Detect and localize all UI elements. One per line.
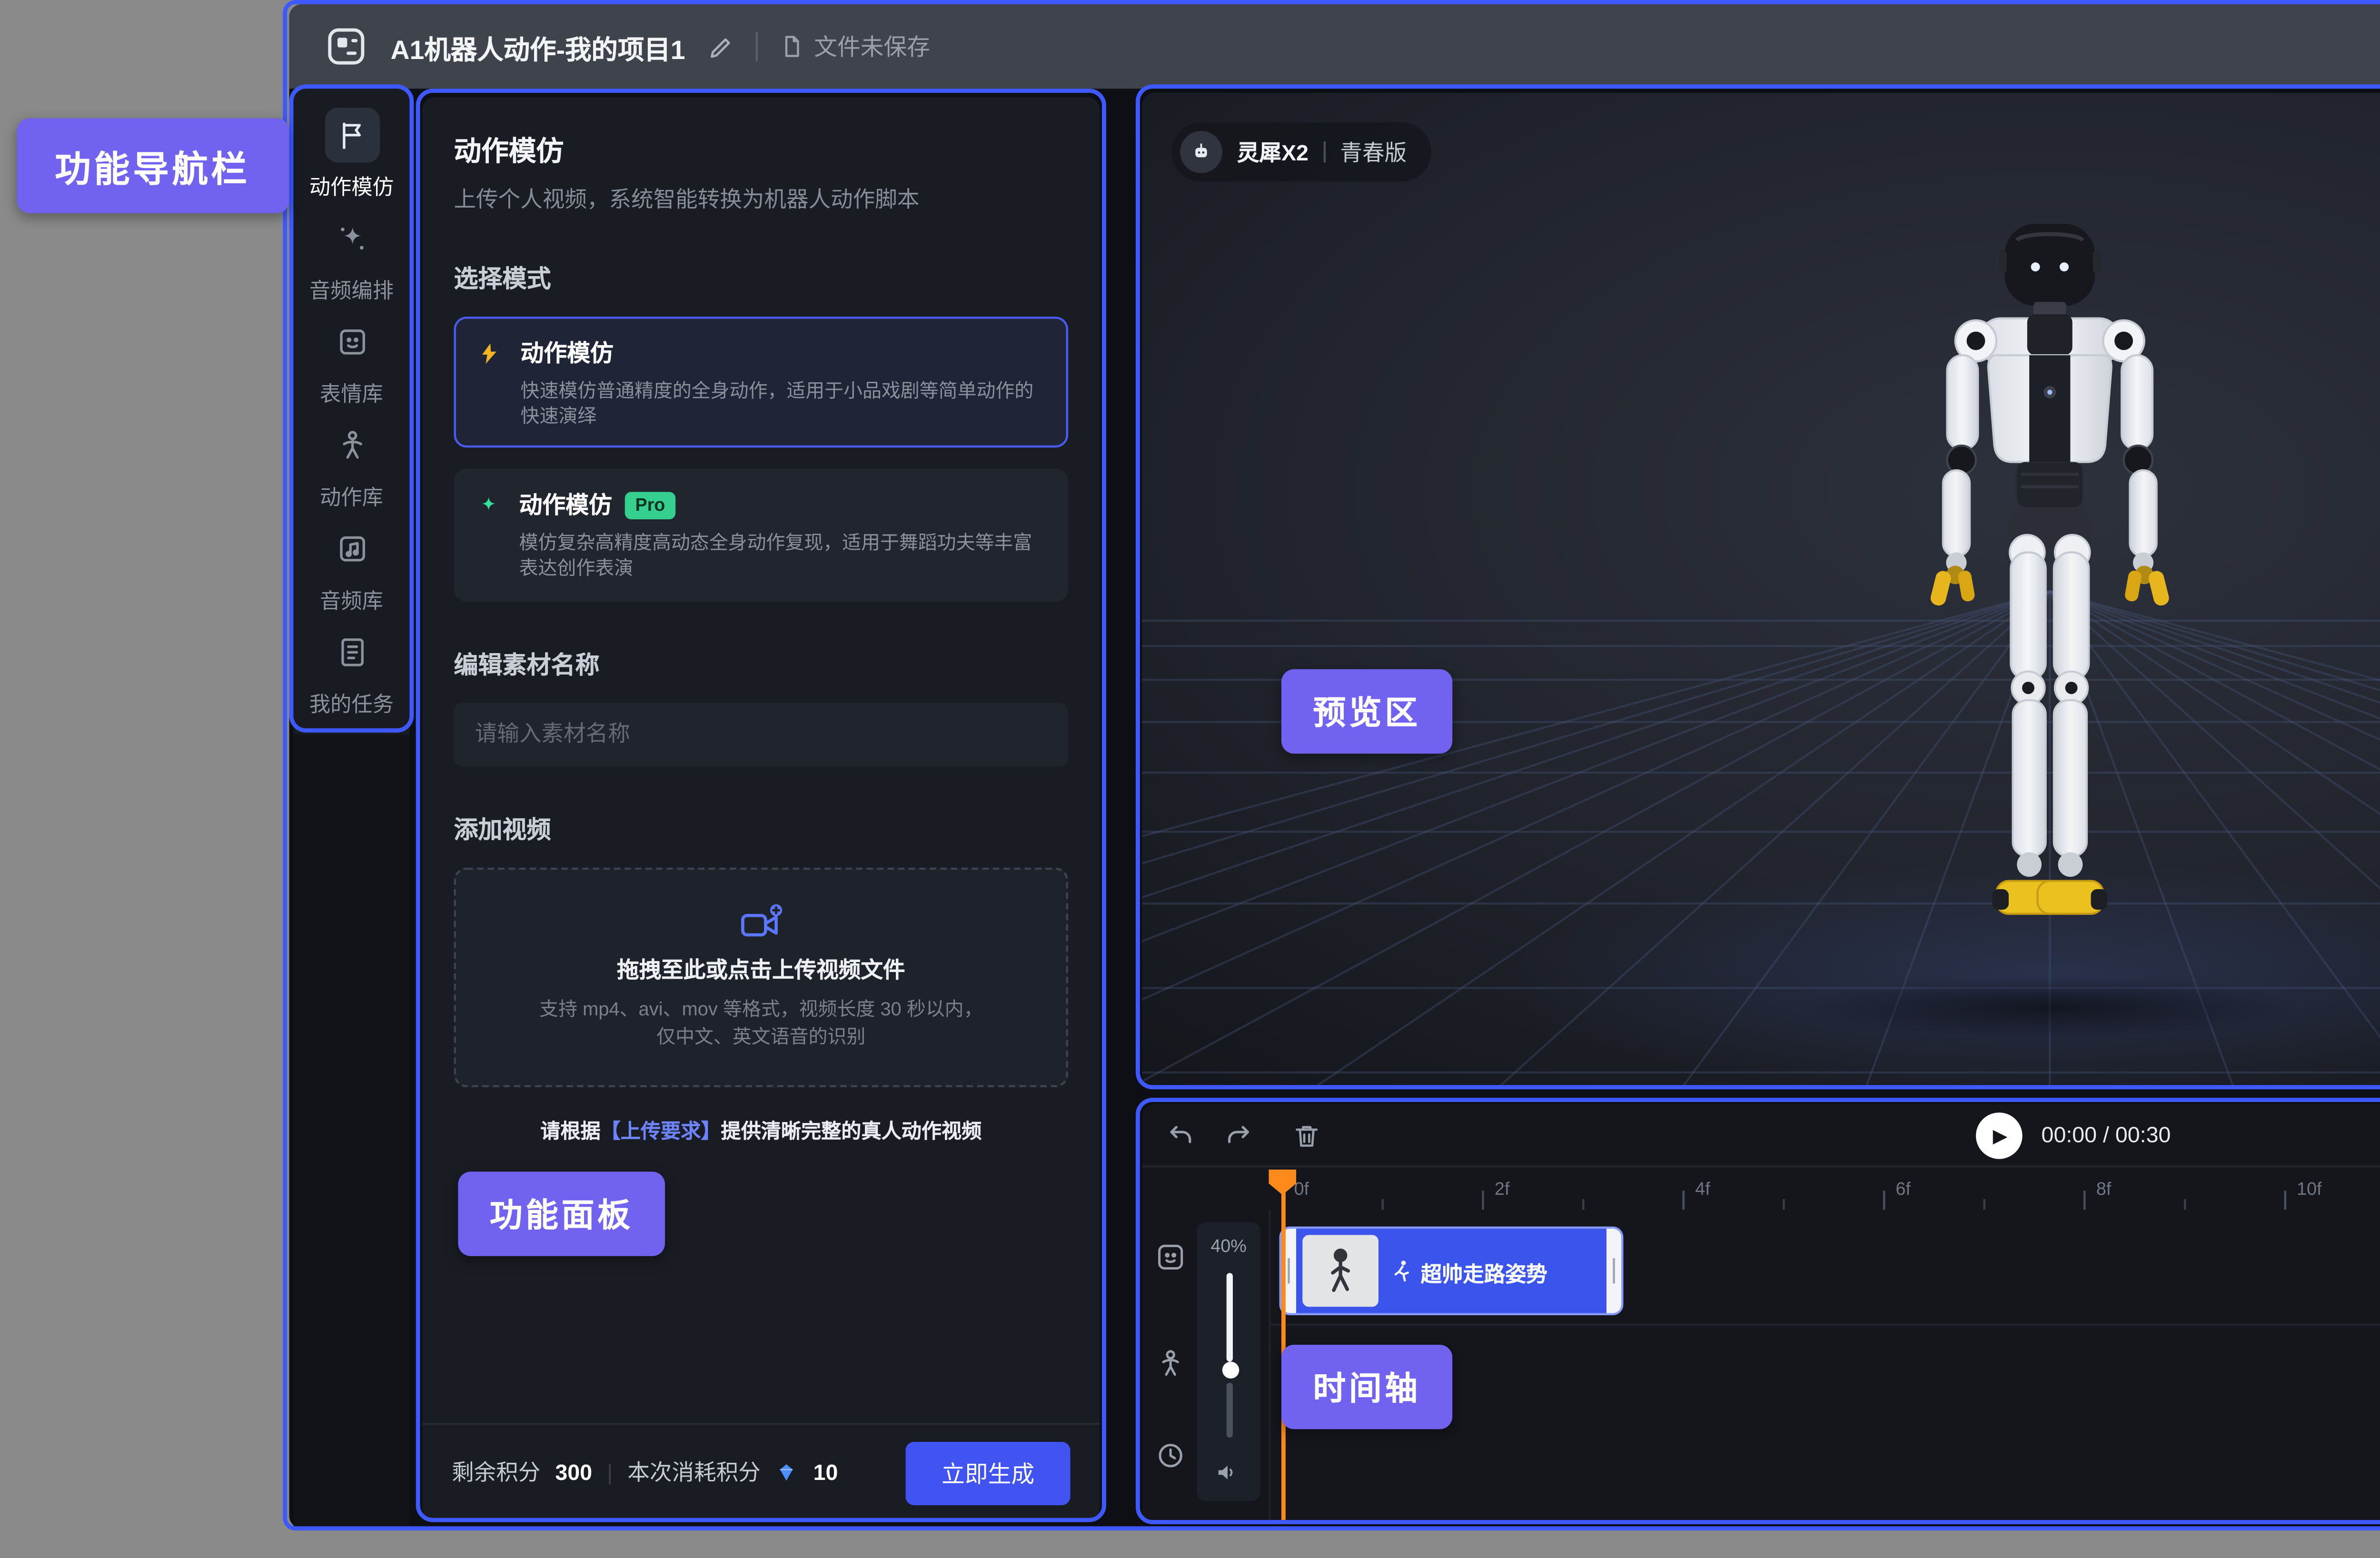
file-icon <box>778 34 803 59</box>
rename-icon[interactable] <box>706 33 734 60</box>
ruler-label: 10f <box>2297 1178 2321 1199</box>
redo-button[interactable] <box>1222 1119 1256 1152</box>
panel-subtitle: 上传个人视频，系统智能转换为机器人动作脚本 <box>454 184 1069 216</box>
playhead[interactable] <box>1281 1170 1286 1520</box>
action-library-icon <box>324 417 379 472</box>
annotation-label-timeline: 时间轴 <box>1281 1345 1452 1429</box>
model-name: 灵犀X2 <box>1237 136 1309 168</box>
motion-imitation-icon <box>324 107 379 161</box>
audio-arrange-icon <box>324 210 379 265</box>
project-title: A1机器人动作-我的项目1 <box>390 26 685 66</box>
clip-trim-right-handle[interactable] <box>1606 1229 1621 1313</box>
mode-pro-title: 动作模仿 <box>519 488 612 522</box>
timeline-toolbar: ▶ 00:00 / 00:30 <box>1142 1104 2380 1167</box>
upload-hint: 支持 mp4、avi、mov 等格式，视频长度 30 秒以内， 仅中文、英文语音… <box>539 996 982 1052</box>
volume-slider-handle[interactable] <box>1221 1362 1238 1379</box>
mode-pro-desc: 模仿复杂高精度高动态全身动作复现，适用于舞蹈功夫等丰富表达创作表演 <box>519 530 1045 582</box>
credits-value: 300 <box>555 1460 592 1485</box>
undo-button[interactable] <box>1163 1119 1197 1152</box>
material-name-input[interactable] <box>454 702 1069 765</box>
panel-footer: 剩余积分 300 | 本次消耗积分 10 立即生成 <box>422 1423 1100 1520</box>
panel-title: 动作模仿 <box>454 129 1069 169</box>
volume-value: 40% <box>1197 1235 1260 1256</box>
ruler-label: 6f <box>1896 1178 1911 1199</box>
nav-item-motion-imitation[interactable]: 动作模仿 <box>293 101 409 205</box>
expression-library-icon <box>324 314 379 368</box>
upload-note: 请根据【上传要求】提供清晰完整的真人动作视频 <box>454 1114 1069 1143</box>
material-name-label: 编辑素材名称 <box>454 647 1069 681</box>
app-window: A1机器人动作-我的项目1 文件未保存 合成并保存 <box>289 4 2380 1528</box>
model-variant: 青春版 <box>1340 136 1407 168</box>
ruler-label: 8f <box>2096 1178 2111 1199</box>
history-icon[interactable] <box>1152 1438 1186 1471</box>
robot-torso <box>1955 314 2144 548</box>
nav-item-audio-library[interactable]: 音频库 <box>293 515 409 618</box>
annotation-label-panel: 功能面板 <box>458 1171 665 1256</box>
expression-track-icon[interactable] <box>1152 1239 1186 1273</box>
time-display: 00:00 / 00:30 <box>2042 1123 2171 1148</box>
screenshot-canvas: A1机器人动作-我的项目1 文件未保存 合成并保存 <box>0 0 2380 1558</box>
file-status: 文件未保存 <box>778 30 930 63</box>
model-badge: 灵犀X2 青春版 <box>1171 122 1432 181</box>
nav-items: 动作模仿 音频编排 <box>293 89 409 734</box>
lightning-icon <box>477 340 501 367</box>
app-logo-icon <box>323 23 370 70</box>
robot-model[interactable] <box>1824 211 2276 992</box>
nav-item-expression-library[interactable]: 表情库 <box>293 308 409 411</box>
timeline-ruler[interactable]: 0f 2f 4f 6f 8f 10f 12f 14f 16f <box>1142 1167 2380 1210</box>
my-tasks-icon <box>324 624 379 679</box>
cost-value: 10 <box>813 1460 838 1485</box>
preview-viewport[interactable]: 灵犀X2 青春版 <box>1142 93 2380 1087</box>
mode-card-pro[interactable]: 动作模仿 Pro 模仿复杂高精度高动态全身动作复现，适用于舞蹈功夫等丰富表达创作… <box>454 469 1069 601</box>
upload-title: 拖拽至此或点击上传视频文件 <box>617 954 905 986</box>
function-panel: 动作模仿 上传个人视频，系统智能转换为机器人动作脚本 选择模式 动作模仿 快速模… <box>422 97 1100 1520</box>
mode-card-standard[interactable]: 动作模仿 快速模仿普通精度的全身动作，适用于小品戏剧等简单动作的快速演绎 <box>454 317 1069 448</box>
clip-thumbnail <box>1302 1235 1378 1307</box>
nav-item-audio-arrange[interactable]: 音频编排 <box>293 205 409 308</box>
nav-item-action-library[interactable]: 动作库 <box>293 412 409 515</box>
play-icon: ▶ <box>1993 1124 2008 1148</box>
nav-item-my-tasks[interactable]: 我的任务 <box>293 618 409 722</box>
ruler-label: 2f <box>1495 1178 1509 1199</box>
upload-requirements-link[interactable]: 【上传要求】 <box>601 1120 721 1143</box>
credits-label: 剩余积分 <box>452 1457 540 1489</box>
timeline-clip[interactable]: 超帅走路姿势 <box>1279 1227 1624 1315</box>
delete-clip-button[interactable] <box>1290 1119 1324 1152</box>
topbar-divider <box>755 32 757 61</box>
cost-label: 本次消耗积分 <box>627 1457 760 1489</box>
annotation-label-preview: 预览区 <box>1281 669 1452 754</box>
add-video-label: 添加视频 <box>454 812 1069 845</box>
play-button[interactable]: ▶ <box>1976 1112 2023 1159</box>
ruler-label: 0f <box>1294 1178 1309 1199</box>
video-upload-dropzone[interactable]: 拖拽至此或点击上传视频文件 支持 mp4、avi、mov 等格式，视频长度 30… <box>454 867 1069 1086</box>
volume-panel: 40% <box>1197 1222 1260 1501</box>
pro-badge: Pro <box>625 491 675 519</box>
generate-button[interactable]: 立即生成 <box>906 1441 1071 1504</box>
robot-head <box>1998 224 2101 316</box>
speaker-icon[interactable] <box>1214 1459 1241 1487</box>
top-bar: A1机器人动作-我的项目1 文件未保存 合成并保存 <box>289 4 2380 89</box>
function-nav-sidebar: 动作模仿 音频编排 <box>293 89 409 1528</box>
model-avatar-icon <box>1180 131 1222 173</box>
robot-arm <box>1929 355 1978 607</box>
footer-divider: | <box>607 1460 613 1485</box>
timeline-panel: ▶ 00:00 / 00:30 <box>1142 1104 2380 1524</box>
clip-label: 超帅走路姿势 <box>1378 1229 1547 1313</box>
ruler-label: 4f <box>1695 1178 1710 1199</box>
action-track-icon[interactable] <box>1152 1345 1186 1379</box>
mode-standard-title: 动作模仿 <box>521 336 614 369</box>
video-upload-icon <box>736 902 786 944</box>
mode-section-label: 选择模式 <box>454 262 1069 296</box>
robot-leg <box>1992 535 2062 914</box>
credit-gem-icon <box>775 1461 799 1484</box>
mode-standard-desc: 快速模仿普通精度的全身动作，适用于小品戏剧等简单动作的快速演绎 <box>521 378 1045 429</box>
audio-library-icon <box>324 520 379 575</box>
annotation-label-nav: 功能导航栏 <box>17 118 288 213</box>
run-icon <box>1391 1258 1412 1283</box>
star-icon <box>477 493 500 520</box>
